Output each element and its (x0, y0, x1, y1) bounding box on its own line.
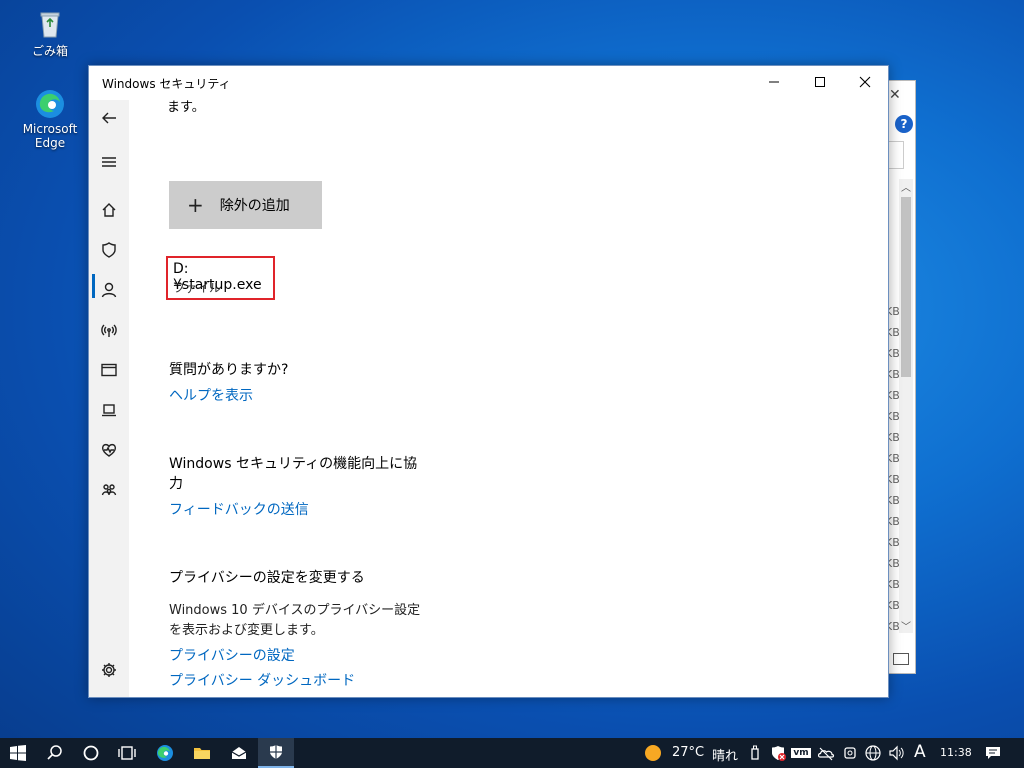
sidebar-item-virus-protection[interactable] (89, 234, 129, 266)
help-link[interactable]: ヘルプを表示 (169, 385, 253, 405)
shield-icon (270, 745, 282, 759)
temperature[interactable]: 27°C (672, 745, 704, 760)
sidebar-item-device-health[interactable] (89, 434, 129, 466)
minimize-icon (769, 81, 779, 83)
network-icon (101, 324, 117, 337)
edge-icon (34, 88, 66, 120)
main-content: ます。 + 除外の追加 D:¥startup.exe ファイル 質問がありますか… (129, 100, 888, 697)
view-toggle-icon[interactable] (893, 653, 909, 665)
search-button[interactable] (37, 738, 73, 768)
search-icon (47, 745, 62, 760)
onedrive-icon[interactable] (814, 738, 838, 768)
person-icon (101, 282, 117, 298)
scroll-up-icon[interactable]: ︿ (901, 179, 911, 194)
scroll-thumb[interactable] (901, 197, 911, 377)
edge-label: Microsoft Edge (22, 122, 78, 150)
cortana-icon (83, 745, 99, 761)
edge-icon (157, 745, 173, 761)
sidebar-item-account[interactable] (89, 274, 129, 306)
privacy-dashboard-link[interactable]: プライバシー ダッシュボード (169, 670, 355, 690)
network-globe-icon[interactable] (862, 738, 884, 768)
feedback-link[interactable]: フィードバックの送信 (169, 499, 309, 519)
heart-health-icon (101, 443, 117, 457)
hamburger-menu-icon (102, 157, 116, 167)
background-search-input[interactable] (889, 141, 904, 169)
privacy-heading: プライバシーの設定を変更する (169, 570, 365, 586)
cortana-button[interactable] (73, 738, 109, 768)
question-heading: 質問がありますか? (169, 362, 289, 378)
background-scrollbar[interactable]: ︿ ﹀ (899, 179, 913, 633)
close-icon (859, 76, 871, 88)
mail-icon (231, 747, 247, 759)
sidebar-item-family[interactable] (89, 474, 129, 506)
laptop-icon (102, 404, 116, 417)
exclusion-type: ファイル (173, 281, 222, 295)
usb-icon[interactable] (745, 738, 765, 768)
taskbar-file-explorer[interactable] (184, 738, 220, 768)
shield-icon (102, 242, 116, 258)
privacy-text-line2: を表示および変更します。 (169, 623, 324, 638)
improve-heading-line2: 力 (169, 476, 183, 492)
back-arrow-icon (102, 112, 116, 124)
recycle-bin-label: ごみ箱 (31, 44, 68, 58)
settings-button[interactable] (89, 654, 129, 686)
scroll-down-icon[interactable]: ﹀ (901, 618, 911, 633)
minimize-button[interactable] (751, 66, 797, 98)
add-exclusion-label: 除外の追加 (219, 198, 290, 214)
recycle-bin-icon (34, 8, 66, 40)
back-button[interactable] (89, 102, 129, 134)
ime-indicator[interactable]: A (914, 742, 926, 762)
taskbar-edge[interactable] (147, 738, 183, 768)
sidebar (89, 100, 129, 697)
close-button[interactable] (842, 66, 888, 98)
menu-button[interactable] (89, 146, 129, 178)
app-browser-icon (101, 363, 117, 377)
plus-icon: + (187, 193, 204, 217)
sidebar-item-device-security[interactable] (89, 394, 129, 426)
gear-icon (102, 663, 116, 677)
notification-center-button[interactable] (978, 738, 1008, 768)
top-text-fragment: ます。 (167, 100, 205, 115)
home-icon (102, 203, 116, 217)
title-bar[interactable]: Windows セキュリティ (89, 66, 888, 100)
sidebar-item-home[interactable] (89, 194, 129, 226)
privacy-text-line1: Windows 10 デバイスのプライバシー設定 (169, 603, 421, 618)
weather-status[interactable]: 晴れ (712, 745, 738, 764)
start-button[interactable] (0, 738, 36, 768)
taskbar-windows-security[interactable] (258, 738, 294, 768)
window-title: Windows セキュリティ (102, 77, 231, 91)
background-close-icon[interactable]: ✕ (889, 87, 901, 103)
vmware-icon[interactable]: vm (791, 738, 811, 768)
clock[interactable]: 11:38 (940, 746, 972, 759)
security-alert-icon[interactable] (767, 738, 789, 768)
windows-security-window[interactable]: Windows セキュリティ ます。 + 除外の追加 D:¥startup.ex… (88, 65, 889, 698)
maximize-icon (815, 77, 825, 87)
task-view-button[interactable] (109, 738, 145, 768)
weather-icon[interactable] (642, 738, 664, 768)
improve-heading-line1: Windows セキュリティの機能向上に協 (169, 456, 418, 472)
help-icon[interactable]: ? (895, 115, 913, 133)
desktop-icon-recycle-bin[interactable]: ごみ箱 (10, 8, 90, 59)
sidebar-item-firewall[interactable] (89, 314, 129, 346)
privacy-settings-link[interactable]: プライバシーの設定 (169, 645, 295, 665)
sidebar-item-app-browser[interactable] (89, 354, 129, 386)
add-exclusion-button[interactable]: + 除外の追加 (169, 181, 322, 229)
taskbar: 27°C 晴れ vm A 11:38 (0, 738, 1024, 768)
notification-icon (986, 747, 1000, 759)
exclusion-item[interactable]: D:¥startup.exe ファイル (166, 256, 275, 300)
volume-icon[interactable] (886, 738, 908, 768)
desktop-icon-edge[interactable]: Microsoft Edge (10, 88, 90, 150)
task-view-icon (118, 746, 136, 760)
maximize-button[interactable] (797, 66, 843, 98)
taskbar-mail[interactable] (221, 738, 257, 768)
vmware-label: vm (791, 748, 811, 758)
family-icon (101, 484, 117, 496)
windows-logo-icon (10, 745, 26, 761)
meet-now-icon[interactable] (840, 738, 860, 768)
folder-icon (194, 748, 210, 759)
